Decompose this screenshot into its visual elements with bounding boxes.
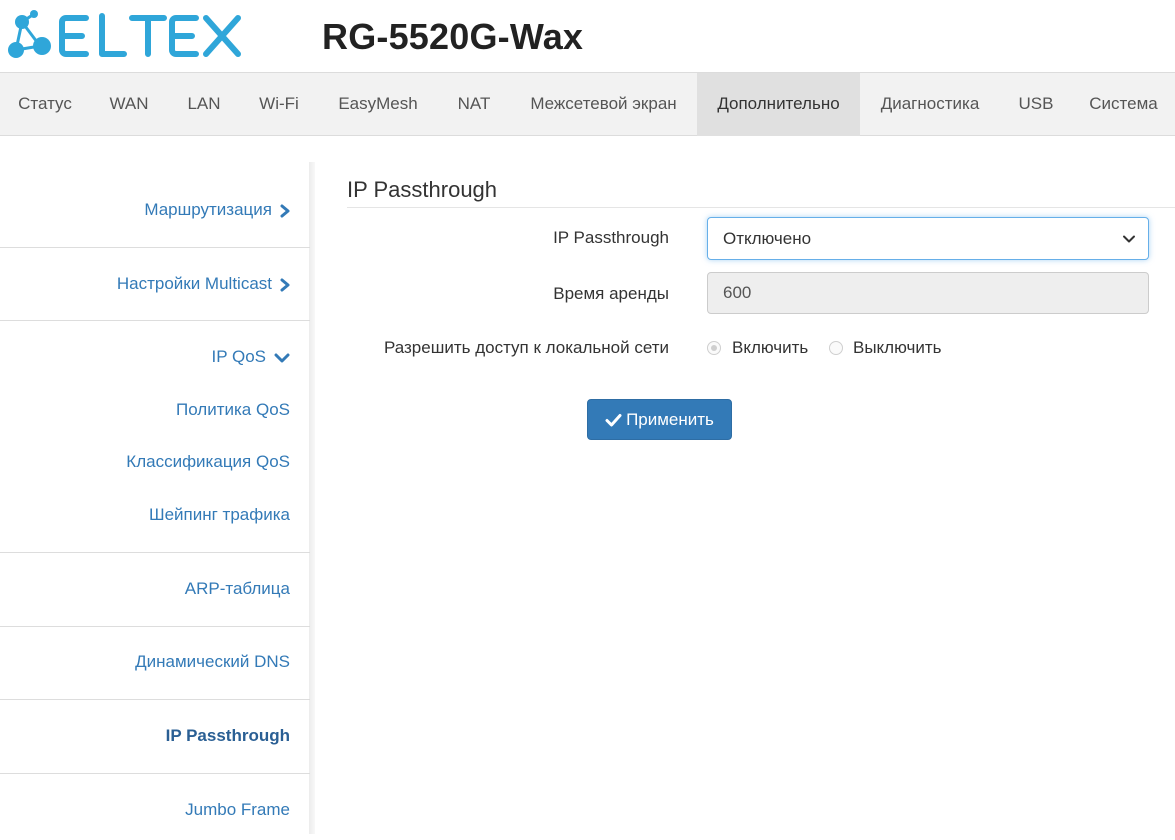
sidebar-item-routing[interactable]: Маршрутизация [0, 200, 310, 220]
sidebar-item-label: Настройки Multicast [116, 274, 272, 293]
sidebar-item-arp-table[interactable]: ARP-таблица [0, 579, 310, 599]
sidebar-separator [0, 320, 310, 321]
tab-status[interactable]: Статус [0, 73, 90, 136]
sidebar-item-label: Маршрутизация [144, 200, 272, 219]
sidebar-item-ip-qos[interactable]: IP QoS [0, 347, 310, 367]
page-header: RG-5520G-Wax [0, 0, 1175, 72]
lease-time-label: Время аренды [553, 284, 669, 303]
lease-time-input[interactable]: 600 [707, 272, 1149, 314]
apply-button-label: Применить [626, 410, 714, 429]
tab-nat[interactable]: NAT [438, 73, 510, 136]
sidebar-separator [0, 773, 310, 774]
sidebar-separator [0, 626, 310, 627]
sidebar-item-qos-policy[interactable]: Политика QoS [0, 400, 310, 420]
tab-wifi[interactable]: Wi-Fi [240, 73, 318, 136]
top-navigation: Статус WAN LAN Wi-Fi EasyMesh NAT Межсет… [0, 72, 1175, 136]
device-title: RG-5520G-Wax [322, 16, 584, 57]
lan-access-enable-radio[interactable] [707, 341, 721, 355]
lan-access-disable-label[interactable]: Выключить [853, 338, 941, 358]
tab-diagnostics[interactable]: Диагностика [860, 73, 1000, 136]
tab-lan[interactable]: LAN [168, 73, 240, 136]
eltex-logo[interactable] [6, 8, 246, 64]
tab-firewall[interactable]: Межсетевой экран [510, 73, 697, 136]
chevron-right-icon [280, 278, 290, 292]
sidebar-item-traffic-shaping[interactable]: Шейпинг трафика [0, 505, 310, 525]
sidebar-separator [0, 247, 310, 248]
chevron-right-icon [280, 204, 290, 218]
sidebar-item-jumbo-frame[interactable]: Jumbo Frame [0, 800, 310, 820]
tab-advanced[interactable]: Дополнительно [697, 73, 860, 136]
ip-passthrough-select-value: Отключено [723, 229, 812, 248]
tab-wan[interactable]: WAN [90, 73, 168, 136]
ip-passthrough-select[interactable]: Отключено [707, 217, 1149, 260]
lan-access-disable-radio[interactable] [829, 341, 843, 355]
chevron-down-icon [274, 353, 290, 363]
title-divider [347, 207, 1175, 208]
checkmark-icon [605, 414, 622, 427]
eltex-logo-icon [8, 10, 241, 58]
chevron-down-icon [1123, 235, 1135, 243]
sidebar-item-dynamic-dns[interactable]: Динамический DNS [0, 652, 310, 672]
sidebar-item-multicast[interactable]: Настройки Multicast [0, 274, 310, 294]
sidebar-item-ip-passthrough[interactable]: IP Passthrough [0, 726, 310, 746]
ip-passthrough-label: IP Passthrough [553, 228, 669, 247]
tab-usb[interactable]: USB [1000, 73, 1072, 136]
apply-button[interactable]: Применить [587, 399, 732, 440]
section-title: IP Passthrough [347, 177, 498, 202]
sidebar-separator [0, 699, 310, 700]
lan-access-enable-label[interactable]: Включить [732, 338, 808, 358]
tab-system[interactable]: Система [1072, 73, 1175, 136]
sidebar-item-qos-classification[interactable]: Классификация QoS [0, 452, 310, 472]
sidebar-separator [0, 552, 310, 553]
lan-access-label: Разрешить доступ к локальной сети [383, 338, 669, 357]
sidebar-item-label: IP QoS [211, 347, 267, 366]
tab-easymesh[interactable]: EasyMesh [318, 73, 438, 136]
